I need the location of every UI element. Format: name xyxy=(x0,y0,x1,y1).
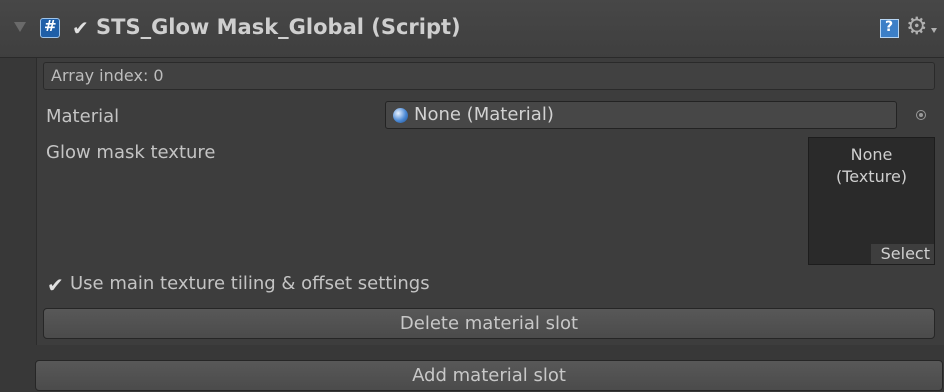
help-icon[interactable] xyxy=(880,19,899,38)
delete-material-slot-button[interactable]: Delete material slot xyxy=(43,308,935,339)
gear-icon[interactable]: ⚙ xyxy=(906,12,928,40)
gear-dropdown-caret-icon[interactable] xyxy=(931,28,937,33)
component-title: STS_Glow Mask_Global (Script) xyxy=(96,15,461,39)
component-header[interactable]: ✔ STS_Glow Mask_Global (Script) ⚙ xyxy=(0,0,944,58)
material-sphere-icon xyxy=(393,108,408,123)
add-material-slot-button[interactable]: Add material slot xyxy=(35,360,943,391)
glow-mask-texture-slot[interactable]: None (Texture) Select xyxy=(808,137,935,265)
foldout-arrow-icon[interactable] xyxy=(14,22,26,32)
object-picker-icon[interactable] xyxy=(916,110,926,120)
texture-slot-value: None (Texture) xyxy=(835,145,908,186)
script-icon xyxy=(40,17,60,38)
material-field-value: None (Material) xyxy=(414,104,554,125)
glow-mask-label: Glow mask texture xyxy=(46,142,216,163)
array-index-header: Array index: 0 xyxy=(43,62,935,90)
tiling-checkbox-check-icon[interactable]: ✔ xyxy=(47,275,65,295)
material-label: Material xyxy=(46,106,120,127)
tiling-offset-label[interactable]: Use main texture tiling & offset setting… xyxy=(70,273,430,294)
material-field[interactable]: None (Material) xyxy=(385,101,897,129)
component-enabled-check-icon[interactable]: ✔ xyxy=(72,18,90,38)
texture-select-button[interactable]: Select xyxy=(871,244,934,264)
